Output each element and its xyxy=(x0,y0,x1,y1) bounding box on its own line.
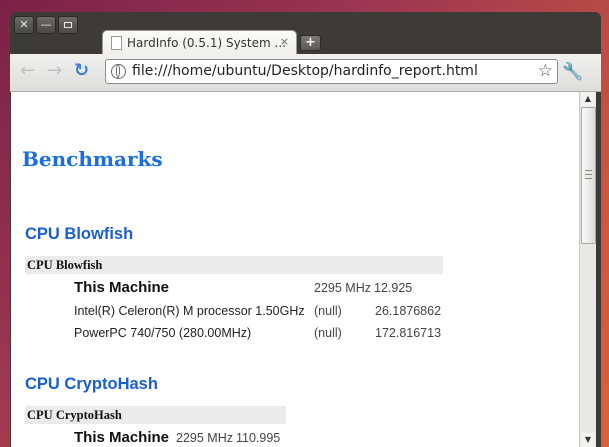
table-header-cpu-cryptohash: CPU CryptoHash xyxy=(25,406,286,424)
row-score: 12.925 xyxy=(374,281,413,295)
tab-hardinfo[interactable]: HardInfo (0.5.1) System ... × xyxy=(102,30,297,55)
minimize-icon: — xyxy=(40,18,52,31)
row-score: 172.816713 xyxy=(375,326,442,340)
new-tab-button[interactable]: + xyxy=(300,35,321,51)
document-icon xyxy=(111,36,122,50)
row-frequency: 2295 MHz xyxy=(314,281,371,295)
page-content: Benchmarks CPU Blowfish CPU Blowfish Thi… xyxy=(11,92,579,447)
forward-arrow-icon[interactable]: → xyxy=(47,62,62,80)
vertical-scrollbar[interactable]: ▲ ▼ xyxy=(579,92,596,447)
maximize-icon xyxy=(64,22,72,28)
browser-window: ✕ — HardInfo (0.5.1) System ... × + ← → … xyxy=(10,12,601,447)
row-frequency: (null) xyxy=(314,304,342,318)
url-text[interactable]: file:///home/ubuntu/Desktop/hardinfo_rep… xyxy=(132,63,478,79)
maximize-window-button[interactable] xyxy=(58,16,78,34)
minimize-window-button[interactable]: — xyxy=(36,16,56,34)
row-score: 26.1876862 xyxy=(375,304,442,318)
row-score: 110.995 xyxy=(236,431,281,445)
close-icon: ✕ xyxy=(19,18,29,31)
close-window-button[interactable]: ✕ xyxy=(14,16,34,34)
page-title: Benchmarks xyxy=(22,147,163,171)
address-bar[interactable]: file:///home/ubuntu/Desktop/hardinfo_rep… xyxy=(105,59,558,84)
row-name: This Machine xyxy=(74,279,170,296)
globe-icon xyxy=(111,64,126,79)
browser-toolbar: ← → ↻ file:///home/ubuntu/Desktop/hardin… xyxy=(10,54,601,92)
grip-icon xyxy=(585,170,592,179)
wrench-menu-icon[interactable]: 🔧 xyxy=(562,62,583,82)
row-frequency: (null) xyxy=(314,326,342,340)
scrollbar-thumb[interactable] xyxy=(581,107,596,244)
scroll-down-arrow-icon[interactable]: ▼ xyxy=(581,433,595,447)
reload-icon[interactable]: ↻ xyxy=(74,62,89,80)
section-title-cpu-cryptohash: CPU CryptoHash xyxy=(25,375,158,393)
table-header-cpu-blowfish: CPU Blowfish xyxy=(25,256,443,274)
tab-title: HardInfo (0.5.1) System ... xyxy=(127,36,286,50)
row-frequency: 2295 MHz xyxy=(176,431,233,445)
tab-close-icon[interactable]: × xyxy=(280,35,289,48)
section-title-cpu-blowfish: CPU Blowfish xyxy=(25,225,134,243)
title-bar: ✕ — HardInfo (0.5.1) System ... × + xyxy=(10,12,601,55)
row-name: Intel(R) Celeron(R) M processor 1.50GHz xyxy=(74,304,305,318)
row-name: This Machine xyxy=(74,429,170,446)
scroll-up-arrow-icon[interactable]: ▲ xyxy=(581,92,595,106)
row-name: PowerPC 740/750 (280.00MHz) xyxy=(74,326,252,340)
bookmark-star-icon[interactable]: ☆ xyxy=(538,61,553,81)
back-arrow-icon[interactable]: ← xyxy=(20,62,35,80)
